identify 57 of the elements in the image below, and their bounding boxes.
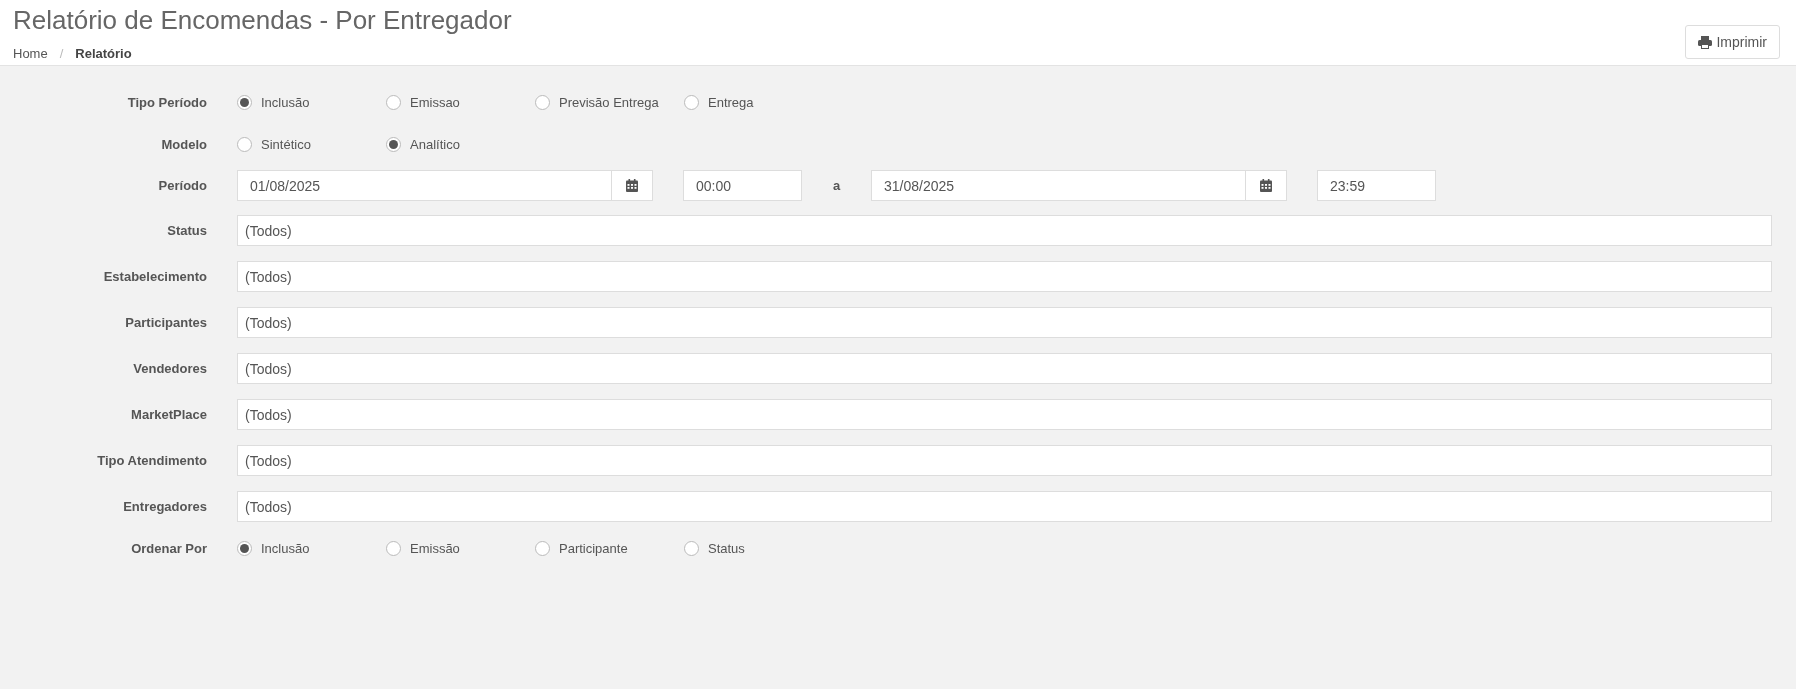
breadcrumb-item: Relatório bbox=[75, 46, 132, 61]
radio-label: Emissão bbox=[410, 540, 460, 556]
radio-label: Participante bbox=[559, 540, 628, 556]
radio-button[interactable] bbox=[535, 540, 550, 556]
printer-icon bbox=[1698, 35, 1713, 49]
radio-option[interactable]: Entrega bbox=[684, 94, 833, 110]
field-label: Modelo bbox=[160, 136, 208, 152]
radio-button[interactable] bbox=[386, 540, 401, 556]
radio-label: Status bbox=[708, 540, 745, 556]
radio-button[interactable] bbox=[386, 136, 401, 152]
radio-option[interactable]: Analítico bbox=[386, 136, 535, 152]
radio-label: Inclusão bbox=[261, 540, 310, 556]
radio-button[interactable] bbox=[237, 94, 252, 110]
radio-button[interactable] bbox=[684, 94, 699, 110]
radio-button[interactable] bbox=[237, 540, 252, 556]
radio-button[interactable] bbox=[684, 540, 699, 556]
field-label: Entregadores bbox=[122, 499, 208, 514]
field-label: Período bbox=[157, 178, 208, 193]
radio-option[interactable]: Inclusão bbox=[237, 94, 386, 110]
radio-button[interactable] bbox=[237, 136, 252, 152]
radio-button[interactable] bbox=[535, 94, 550, 110]
print-button[interactable]: Imprimir bbox=[1685, 25, 1780, 59]
field-label: Ordenar Por bbox=[130, 540, 208, 556]
field-label: MarketPlace bbox=[130, 407, 208, 422]
field-label: Participantes bbox=[124, 315, 208, 330]
radio-label: Inclusão bbox=[261, 94, 310, 110]
radio-option[interactable]: Inclusão bbox=[237, 540, 386, 556]
select-field[interactable]: (Todos) bbox=[237, 445, 1772, 476]
radio-option[interactable]: Emissão bbox=[386, 540, 535, 556]
radio-label: Sintético bbox=[261, 136, 311, 152]
breadcrumb-item[interactable]: Home bbox=[13, 46, 48, 61]
radio-label: Analítico bbox=[410, 136, 460, 152]
select-field[interactable]: (Todos) bbox=[237, 491, 1772, 522]
field-label: Estabelecimento bbox=[102, 269, 208, 284]
radio-option[interactable]: Sintético bbox=[237, 136, 386, 152]
field-label: Status bbox=[166, 223, 208, 238]
time-input[interactable]: 23:59 bbox=[1317, 170, 1436, 201]
select-field[interactable]: (Todos) bbox=[237, 215, 1772, 246]
radio-option[interactable]: Emissao bbox=[386, 94, 535, 110]
select-field[interactable]: (Todos) bbox=[237, 399, 1772, 430]
breadcrumb-separator: / bbox=[59, 46, 64, 61]
range-separator: a bbox=[831, 178, 842, 193]
time-input[interactable]: 00:00 bbox=[683, 170, 802, 201]
radio-label: Previsão Entrega bbox=[559, 94, 659, 110]
field-label: Tipo Período bbox=[126, 94, 208, 110]
radio-option[interactable]: Status bbox=[684, 540, 833, 556]
field-label: Tipo Atendimento bbox=[96, 453, 208, 468]
select-field[interactable]: (Todos) bbox=[237, 353, 1772, 384]
radio-label: Emissao bbox=[410, 94, 460, 110]
select-field[interactable]: (Todos) bbox=[237, 261, 1772, 292]
select-field[interactable]: (Todos) bbox=[237, 307, 1772, 338]
page-title: Relatório de Encomendas - Por Entregador bbox=[13, 5, 512, 36]
radio-button[interactable] bbox=[386, 94, 401, 110]
radio-option[interactable]: Participante bbox=[535, 540, 684, 556]
radio-option[interactable]: Previsão Entrega bbox=[535, 94, 684, 110]
radio-label: Entrega bbox=[708, 94, 754, 110]
field-label: Vendedores bbox=[132, 361, 208, 376]
